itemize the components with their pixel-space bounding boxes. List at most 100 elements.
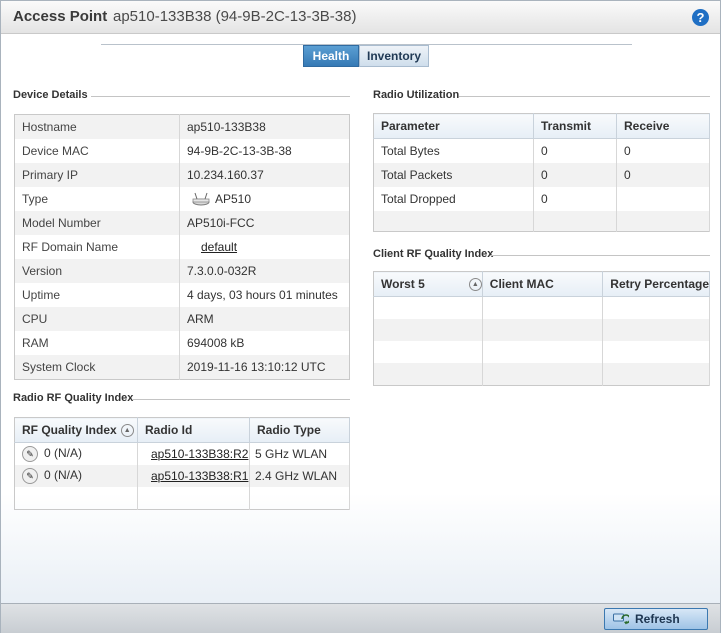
radio-id-cell: ap510-133B38:R2 bbox=[137, 442, 250, 465]
radio-rf-heading: Radio RF Quality Index bbox=[13, 392, 134, 404]
detail-value: 2019-11-16 13:10:12 UTC bbox=[179, 355, 350, 380]
radio-id-link[interactable]: ap510-133B38:R1 bbox=[151, 469, 248, 483]
table-header-row: RF Quality Index ▲ Radio Id Radio Type bbox=[14, 417, 350, 443]
param-cell: Total Bytes bbox=[373, 138, 534, 163]
detail-value: default bbox=[179, 235, 350, 259]
refresh-button[interactable]: Refresh bbox=[604, 608, 708, 630]
title-bar: Access Point ap510-133B38 (94-9B-2C-13-3… bbox=[1, 1, 720, 34]
table-row: Total Dropped 0 bbox=[373, 187, 710, 211]
table-row: Version 7.3.0.0-032R bbox=[14, 259, 350, 283]
table-row bbox=[373, 341, 710, 363]
access-point-panel: Access Point ap510-133B38 (94-9B-2C-13-3… bbox=[0, 0, 721, 633]
detail-value: 694008 kB bbox=[179, 331, 350, 355]
radio-type-cell: 2.4 GHz WLAN bbox=[249, 465, 350, 487]
section-divider bbox=[133, 399, 350, 400]
detail-key: Version bbox=[14, 259, 180, 283]
transmit-cell: 0 bbox=[533, 187, 617, 211]
help-icon[interactable]: ? bbox=[692, 9, 709, 26]
column-header-parameter[interactable]: Parameter bbox=[373, 113, 534, 139]
table-row bbox=[373, 211, 710, 232]
table-header-row: Parameter Transmit Receive bbox=[373, 113, 710, 139]
detail-key: CPU bbox=[14, 307, 180, 331]
table-row bbox=[14, 487, 350, 510]
page-subtitle: ap510-133B38 (94-9B-2C-13-3B-38) bbox=[113, 8, 357, 25]
footer-bar: Refresh bbox=[1, 603, 720, 633]
detail-value: AP510i-FCC bbox=[179, 211, 350, 235]
table-row: Model Number AP510i-FCC bbox=[14, 211, 350, 235]
detail-value: 7.3.0.0-032R bbox=[179, 259, 350, 283]
rf-quality-cell: ✎ 0 (N/A) bbox=[14, 442, 138, 465]
column-header-radio-type[interactable]: Radio Type bbox=[249, 417, 350, 443]
radio-id-cell: ap510-133B38:R1 bbox=[137, 465, 250, 487]
detail-key: Primary IP bbox=[14, 163, 180, 187]
edit-icon[interactable]: ✎ bbox=[22, 446, 38, 462]
client-rf-table: Worst 5 ▲ Client MAC Retry Percentage bbox=[373, 271, 710, 386]
section-divider bbox=[459, 96, 710, 97]
column-header-radio-id[interactable]: Radio Id bbox=[137, 417, 250, 443]
radio-rf-table: RF Quality Index ▲ Radio Id Radio Type ✎ 0… bbox=[14, 417, 350, 510]
table-row: Uptime 4 days, 03 hours 01 minutes bbox=[14, 283, 350, 307]
detail-key: Device MAC bbox=[14, 139, 180, 163]
section-divider bbox=[491, 255, 710, 256]
detail-key: System Clock bbox=[14, 355, 180, 380]
detail-value: 4 days, 03 hours 01 minutes bbox=[179, 283, 350, 307]
table-row: Device MAC 94-9B-2C-13-3B-38 bbox=[14, 139, 350, 163]
column-header-retry-percentage[interactable]: Retry Percentage bbox=[602, 271, 710, 297]
transmit-cell: 0 bbox=[533, 138, 617, 163]
detail-value: 94-9B-2C-13-3B-38 bbox=[179, 139, 350, 163]
sort-icon[interactable]: ▲ bbox=[468, 278, 482, 292]
param-cell: Total Dropped bbox=[373, 187, 534, 211]
device-type: AP510 bbox=[215, 191, 252, 206]
receive-cell: 0 bbox=[616, 138, 710, 163]
table-row: RAM 694008 kB bbox=[14, 331, 350, 355]
client-rf-heading: Client RF Quality Index bbox=[373, 248, 494, 260]
table-row: System Clock 2019-11-16 13:10:12 UTC bbox=[14, 355, 350, 380]
radio-utilization-heading: Radio Utilization bbox=[373, 89, 460, 101]
sort-icon[interactable]: ▲ bbox=[120, 424, 134, 438]
table-row: Hostname ap510-133B38 bbox=[14, 114, 350, 139]
column-header-rf-quality[interactable]: RF Quality Index ▲ bbox=[14, 417, 138, 443]
receive-cell bbox=[616, 187, 710, 211]
detail-value: ARM bbox=[179, 307, 350, 331]
table-row bbox=[373, 363, 710, 386]
detail-value: ap510-133B38 bbox=[179, 114, 350, 139]
refresh-label: Refresh bbox=[635, 612, 680, 626]
page-title: Access Point bbox=[13, 8, 108, 25]
table-row: Primary IP 10.234.160.37 bbox=[14, 163, 350, 187]
detail-key: Uptime bbox=[14, 283, 180, 307]
table-row: ✎ 0 (N/A) ap510-133B38:R2 5 GHz WLAN bbox=[14, 442, 350, 465]
transmit-cell: 0 bbox=[533, 163, 617, 187]
section-divider bbox=[91, 96, 350, 97]
radio-utilization-table: Parameter Transmit Receive Total Bytes 0 0… bbox=[373, 113, 710, 232]
detail-value: 10.234.160.37 bbox=[179, 163, 350, 187]
radio-type-cell: 5 GHz WLAN bbox=[249, 442, 350, 465]
tab-health[interactable]: Health bbox=[303, 45, 359, 67]
edit-icon[interactable]: ✎ bbox=[22, 468, 38, 484]
detail-value: AP510 bbox=[179, 187, 350, 211]
column-header-transmit[interactable]: Transmit bbox=[533, 113, 617, 139]
table-row: Total Bytes 0 0 bbox=[373, 138, 710, 163]
param-cell: Total Packets bbox=[373, 163, 534, 187]
radio-id-link[interactable]: ap510-133B38:R2 bbox=[151, 447, 248, 461]
access-point-icon bbox=[192, 193, 210, 206]
table-row: RF Domain Name default bbox=[14, 235, 350, 259]
table-row bbox=[373, 296, 710, 319]
table-row bbox=[373, 319, 710, 341]
column-header-worst5[interactable]: Worst 5 ▲ bbox=[373, 271, 483, 297]
device-details-table: Hostname ap510-133B38 Device MAC 94-9B-2C-… bbox=[14, 114, 350, 380]
rf-quality-cell: ✎ 0 (N/A) bbox=[14, 465, 138, 487]
table-row: Type AP510 bbox=[14, 187, 350, 211]
detail-key: Type bbox=[14, 187, 180, 211]
column-header-client-mac[interactable]: Client MAC bbox=[482, 271, 604, 297]
receive-cell: 0 bbox=[616, 163, 710, 187]
refresh-icon bbox=[613, 613, 629, 625]
table-row: CPU ARM bbox=[14, 307, 350, 331]
rf-domain-link[interactable]: default bbox=[201, 240, 237, 254]
table-row: ✎ 0 (N/A) ap510-133B38:R1 2.4 GHz WLAN bbox=[14, 465, 350, 487]
column-header-receive[interactable]: Receive bbox=[616, 113, 710, 139]
table-row: Total Packets 0 0 bbox=[373, 163, 710, 187]
detail-key: RAM bbox=[14, 331, 180, 355]
detail-key: Hostname bbox=[14, 114, 180, 139]
tab-inventory[interactable]: Inventory bbox=[359, 45, 429, 67]
table-header-row: Worst 5 ▲ Client MAC Retry Percentage bbox=[373, 271, 710, 297]
